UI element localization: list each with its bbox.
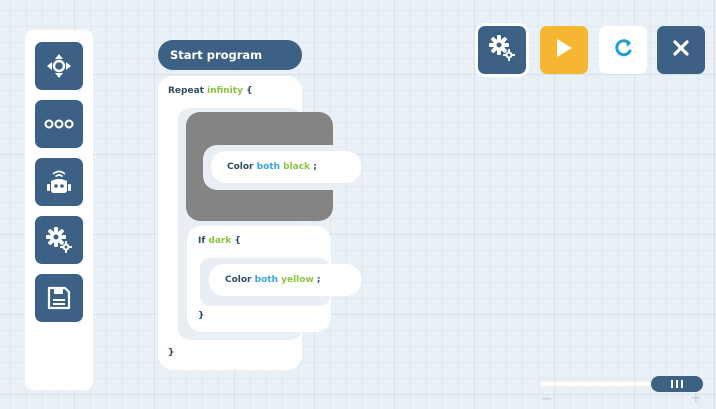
color-target[interactable]: both <box>255 275 278 285</box>
sidebar <box>25 30 93 390</box>
move-button[interactable] <box>35 42 83 90</box>
save-button[interactable] <box>35 274 83 322</box>
repeat-header[interactable]: Repeat infinity { <box>158 76 302 106</box>
if-param[interactable]: dark <box>208 236 231 246</box>
color-keyword: Color <box>225 275 252 285</box>
repeat-keyword: Repeat <box>168 86 204 96</box>
save-icon <box>46 285 72 311</box>
color-black-block[interactable]: Color both black ; <box>211 151 361 183</box>
color-value[interactable]: yellow <box>281 275 314 285</box>
if-close: } <box>187 303 247 329</box>
statement-end: ; <box>313 162 317 172</box>
robot-button[interactable] <box>35 158 83 206</box>
grip-line <box>676 380 678 388</box>
if-keyword: If <box>198 236 206 246</box>
play-button[interactable] <box>540 26 588 74</box>
if-open-brace: { <box>234 236 241 246</box>
reload-icon <box>612 37 634 63</box>
move-icon <box>45 52 73 80</box>
if-close-brace: } <box>198 311 205 321</box>
grip-line <box>681 380 683 388</box>
zoom-plus-label[interactable]: + <box>690 391 702 405</box>
color-yellow-block[interactable]: Color both yellow ; <box>209 264 361 296</box>
settings-button[interactable] <box>35 216 83 264</box>
color-target[interactable]: both <box>257 162 280 172</box>
gears-icon <box>487 33 517 67</box>
close-button[interactable] <box>657 26 705 74</box>
robot-icon <box>45 168 73 196</box>
reload-button[interactable] <box>599 26 647 74</box>
more-button[interactable] <box>35 100 83 148</box>
repeat-close: } <box>158 340 218 366</box>
play-icon <box>554 37 574 63</box>
start-program-block[interactable]: Start program <box>158 40 302 70</box>
color-value[interactable]: black <box>283 162 310 172</box>
repeat-open-brace: { <box>246 86 253 96</box>
zoom-minus-label[interactable]: − <box>541 392 553 406</box>
gears-icon <box>44 225 74 255</box>
grip-line <box>671 380 673 388</box>
statement-end: ; <box>316 275 321 285</box>
repeat-close-brace: } <box>168 348 175 358</box>
settings-toolbar-button[interactable] <box>478 26 526 74</box>
close-icon <box>672 39 690 61</box>
repeat-param[interactable]: infinity <box>207 86 243 96</box>
color-keyword: Color <box>227 162 254 172</box>
more-icon <box>44 118 74 130</box>
zoom-slider-track[interactable] <box>540 382 664 386</box>
start-program-label: Start program <box>170 48 263 62</box>
